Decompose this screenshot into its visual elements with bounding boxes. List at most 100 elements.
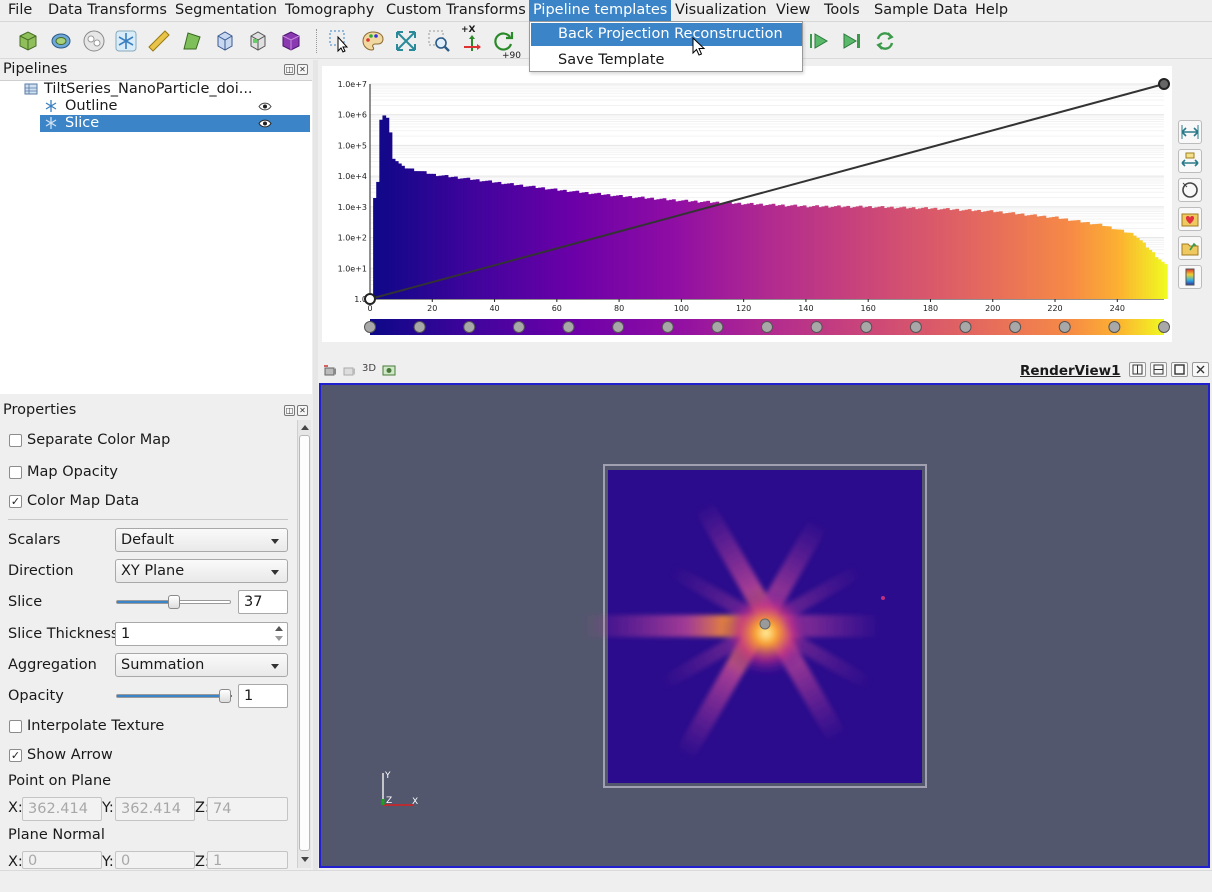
close-panel-icon[interactable]: ✕ [297, 405, 308, 416]
colormap-node[interactable] [860, 321, 873, 333]
normal-x-field[interactable]: 0 [22, 851, 102, 869]
colorbar-button[interactable] [1178, 265, 1202, 289]
colormap-node[interactable] [661, 321, 674, 333]
play-button[interactable] [805, 27, 833, 55]
reset-camera-button[interactable] [392, 27, 420, 55]
map-opacity-checkbox[interactable] [9, 466, 22, 479]
normal-y-field[interactable]: 0 [115, 851, 195, 869]
colormap-node[interactable] [512, 321, 525, 333]
histogram-chart[interactable]: 1.01.0e+11.0e+21.0e+31.0e+41.0e+51.0e+61… [322, 66, 1172, 342]
capture-screenshot-icon[interactable] [382, 363, 396, 377]
scalars-combo[interactable]: Default [115, 528, 288, 552]
menu-visualization[interactable]: Visualization [671, 0, 771, 21]
last-frame-button[interactable] [838, 27, 866, 55]
splitter[interactable] [313, 60, 318, 870]
scroll-up-icon[interactable] [301, 425, 309, 430]
properties-scrollbar[interactable] [297, 420, 311, 868]
colormap-node[interactable] [1108, 321, 1121, 333]
custom-range-button[interactable] [1178, 149, 1202, 173]
opacity-slider[interactable] [116, 694, 232, 698]
render-mode-3d-button[interactable]: 3D [362, 363, 376, 374]
set-view-direction-button[interactable]: +X [458, 25, 486, 55]
menu-view[interactable]: View [772, 0, 814, 21]
colormap-node[interactable] [711, 321, 724, 333]
snowflake-button[interactable] [112, 27, 140, 55]
favorite-colormap-button[interactable] [1178, 207, 1202, 231]
reset-view-button[interactable] [1178, 178, 1202, 202]
colormap-node[interactable] [761, 321, 773, 333]
fit-range-button[interactable] [1178, 120, 1202, 144]
interact-button[interactable] [326, 27, 354, 55]
colormap-node[interactable] [810, 321, 823, 333]
colormap-node[interactable] [364, 321, 376, 333]
rotate-90-button[interactable]: +90 [490, 27, 521, 61]
menu-sample-data[interactable]: Sample Data [870, 0, 972, 21]
close-panel-icon[interactable]: ✕ [297, 64, 308, 75]
spin-down-icon[interactable] [275, 636, 283, 641]
opacity-control-point[interactable] [364, 293, 376, 305]
menu-custom-transforms[interactable]: Custom Transforms [382, 0, 530, 21]
menu-data-transforms[interactable]: Data Transforms [44, 0, 171, 21]
point-x-field[interactable]: 362.414 [22, 797, 102, 821]
ruler-button[interactable] [145, 27, 173, 55]
contour-button[interactable] [47, 27, 75, 55]
visibility-eye-icon[interactable] [258, 119, 272, 128]
colormap-node[interactable] [413, 321, 426, 333]
point-y-field[interactable]: 362.414 [115, 797, 195, 821]
slice-cube-button[interactable] [244, 27, 272, 55]
colormap-node[interactable] [1158, 321, 1170, 333]
transform-button[interactable] [178, 27, 206, 55]
menu-tools[interactable]: Tools [820, 0, 864, 21]
opacity-value-field[interactable]: 1 [238, 684, 288, 708]
point-z-field[interactable]: 74 [207, 797, 288, 821]
maximize-view-button[interactable] [1171, 362, 1188, 377]
scroll-down-icon[interactable] [301, 857, 309, 862]
colormap-node[interactable] [909, 321, 922, 333]
loop-button[interactable] [871, 27, 899, 55]
pipeline-item-slice[interactable]: Slice [40, 115, 310, 132]
colormap-node[interactable] [562, 321, 575, 333]
colormap-node[interactable] [463, 321, 476, 333]
render-view-title[interactable]: RenderView1 [1020, 363, 1121, 379]
separate-color-map-checkbox[interactable] [9, 434, 22, 447]
menu-segmentation[interactable]: Segmentation [171, 0, 281, 21]
menu-pipeline-templates[interactable]: Pipeline templates [529, 0, 672, 21]
camera-undo-icon[interactable] [323, 364, 337, 378]
show-arrow-checkbox[interactable]: ✓ [9, 749, 22, 762]
pipeline-item-outline[interactable]: Outline [40, 98, 310, 115]
direction-combo[interactable]: XY Plane [115, 559, 288, 583]
pipeline-root-item[interactable]: TiltSeries_NanoParticle_doi... [22, 81, 310, 98]
render-scene[interactable]: Y X Z [321, 385, 1208, 866]
scroll-thumb[interactable] [299, 435, 310, 851]
menu-item-back-projection-reconstruction[interactable]: Back Projection Reconstruction [531, 23, 802, 46]
slice-thickness-spinbox[interactable]: 1 [115, 622, 288, 646]
menu-tomography[interactable]: Tomography [281, 0, 378, 21]
color-map-data-checkbox[interactable]: ✓ [9, 495, 22, 508]
menu-file[interactable]: File [4, 0, 36, 21]
opacity-control-point[interactable] [1158, 78, 1170, 90]
split-vertical-button[interactable] [1150, 362, 1167, 377]
menu-help[interactable]: Help [971, 0, 1012, 21]
slice-slider-handle[interactable] [167, 595, 180, 609]
data-source-cube-button[interactable] [14, 27, 42, 55]
opacity-slider-handle[interactable] [219, 689, 231, 703]
float-panel-icon[interactable]: ◫ [284, 64, 295, 75]
slice-arrow-handle[interactable] [759, 618, 771, 630]
visibility-eye-icon[interactable] [258, 102, 272, 111]
colormap-node[interactable] [1009, 321, 1022, 333]
spin-up-icon[interactable] [275, 626, 283, 631]
split-horizontal-button[interactable] [1129, 362, 1146, 377]
render-view-canvas[interactable]: Y X Z [319, 383, 1210, 868]
menu-item-save-template[interactable]: Save Template [531, 49, 802, 72]
open-colormap-button[interactable] [1178, 236, 1202, 260]
close-view-button[interactable] [1192, 362, 1209, 377]
color-palette-button[interactable] [359, 27, 387, 55]
colormap-node[interactable] [612, 321, 625, 333]
interpolate-texture-checkbox[interactable] [9, 720, 22, 733]
zoom-to-box-button[interactable] [425, 27, 453, 55]
volume-button[interactable] [277, 27, 305, 55]
splitter-handle[interactable] [318, 348, 1212, 358]
slice-value-field[interactable]: 37 [238, 590, 288, 614]
camera-redo-icon[interactable] [342, 364, 356, 378]
threshold-button[interactable] [80, 27, 108, 55]
